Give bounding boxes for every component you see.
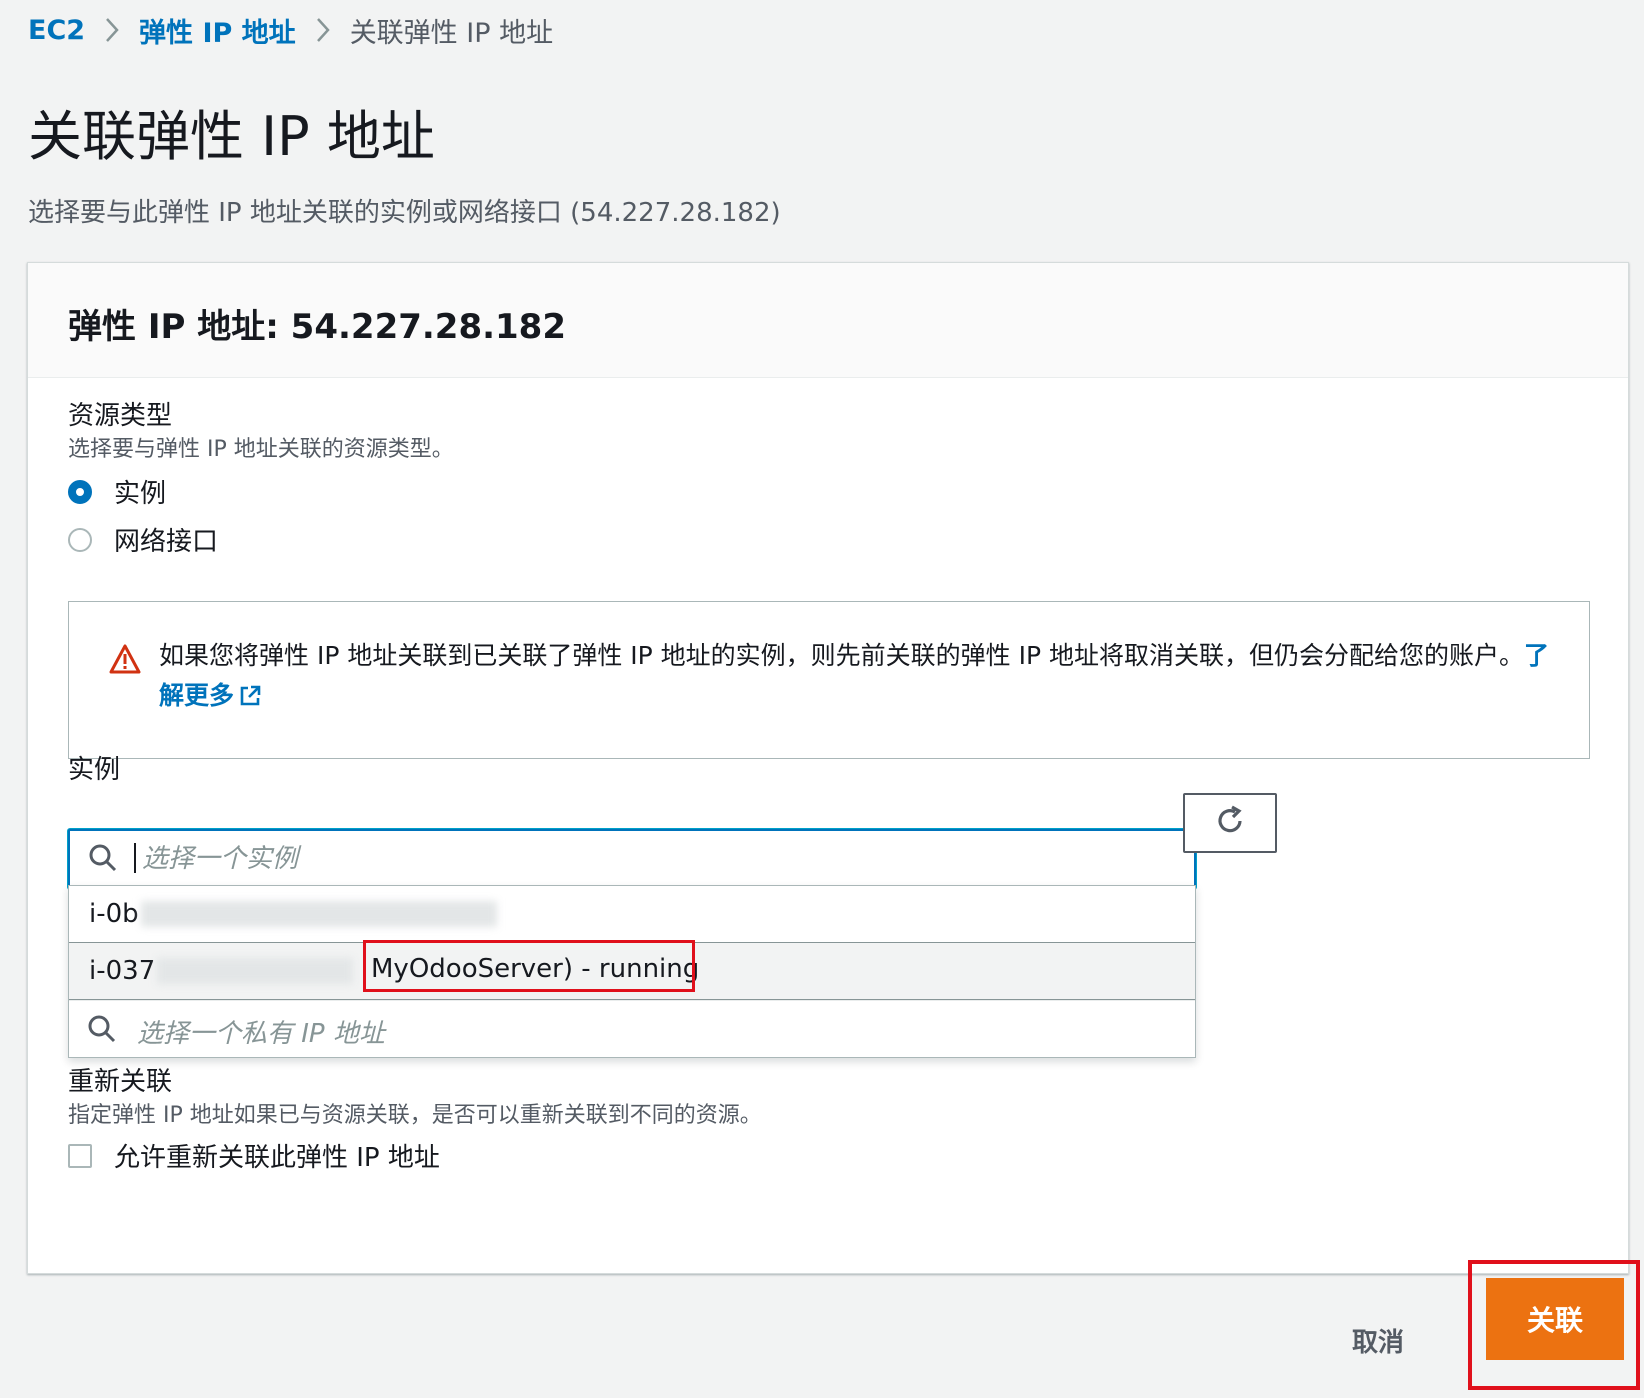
resource-type-hint: 选择要与弹性 IP 地址关联的资源类型。 [68,437,454,462]
panel-header: 弹性 IP 地址: 54.227.28.182 [28,263,1628,378]
warning-icon [109,644,141,678]
text-caret [134,843,136,873]
chevron-right-icon [296,17,350,43]
radio-instance[interactable]: 实例 [68,473,166,510]
warning-alert: 如果您将弹性 IP 地址关联到已关联了弹性 IP 地址的实例，则先前关联的弹性 … [68,601,1590,759]
allow-reassociation-checkbox[interactable] [68,1143,92,1168]
instance-option-selected[interactable]: i-037 MyOdooServer) - running [69,940,1195,1000]
redacted-text [140,901,497,927]
page-description: 选择要与此弹性 IP 地址关联的实例或网络接口 (54.227.28.182) [28,198,781,228]
breadcrumb-current: 关联弹性 IP 地址 [349,17,554,49]
refresh-button[interactable] [1183,793,1277,853]
allow-reassociation[interactable]: 允许重新关联此弹性 IP 地址 [68,1137,440,1174]
resource-type-label: 资源类型 [68,401,173,431]
redacted-text [157,958,354,984]
allow-reassociation-label: 允许重新关联此弹性 IP 地址 [114,1143,440,1173]
breadcrumb-ec2-link[interactable]: EC2 [28,15,85,46]
external-link-icon [238,680,262,720]
instance-option-id: i-037 [89,956,156,986]
search-icon [88,843,118,877]
reassociation-hint: 指定弹性 IP 地址如果已与资源关联，是否可以重新关联到不同的资源。 [68,1103,762,1128]
private-ip-placeholder: 选择一个私有 IP 地址 [137,1019,385,1049]
alert-text: 如果您将弹性 IP 地址关联到已关联了弹性 IP 地址的实例，则先前关联的弹性 … [159,636,1559,720]
radio-network-interface-label: 网络接口 [114,527,219,557]
instance-option-id: i-0b [89,899,139,929]
reassociation-label: 重新关联 [68,1067,173,1097]
instance-label: 实例 [68,755,121,785]
alert-message: 如果您将弹性 IP 地址关联到已关联了弹性 IP 地址的实例，则先前关联的弹性 … [159,641,1525,670]
association-panel: 弹性 IP 地址: 54.227.28.182 资源类型 选择要与弹性 IP 地… [27,262,1629,1274]
radio-instance-label: 实例 [114,479,167,509]
chevron-right-icon [85,17,139,43]
associate-button[interactable]: 关联 [1486,1278,1624,1360]
cancel-button[interactable]: 取消 [1352,1322,1404,1359]
radio-network-interface[interactable]: 网络接口 [68,521,218,558]
instance-dropdown: i-0b i-037 MyOdooServer) - running 选择一个私… [68,885,1196,1058]
instance-search-field[interactable] [68,829,1196,889]
breadcrumb: EC2 弹性 IP 地址 关联弹性 IP 地址 [28,10,553,50]
instance-option[interactable]: i-0b [69,886,1195,942]
radio-instance-button[interactable] [68,479,92,504]
instance-search-input[interactable] [140,839,1144,879]
refresh-icon [1213,804,1247,842]
breadcrumb-elastic-ip-link[interactable]: 弹性 IP 地址 [139,11,296,50]
private-ip-search-field[interactable]: 选择一个私有 IP 地址 [69,1000,1195,1057]
radio-network-interface-button[interactable] [68,527,92,552]
search-icon [87,1014,117,1048]
page-title: 关联弹性 IP 地址 [28,105,435,168]
panel-title: 弹性 IP 地址: 54.227.28.182 [68,307,566,347]
highlight-box [363,940,695,992]
